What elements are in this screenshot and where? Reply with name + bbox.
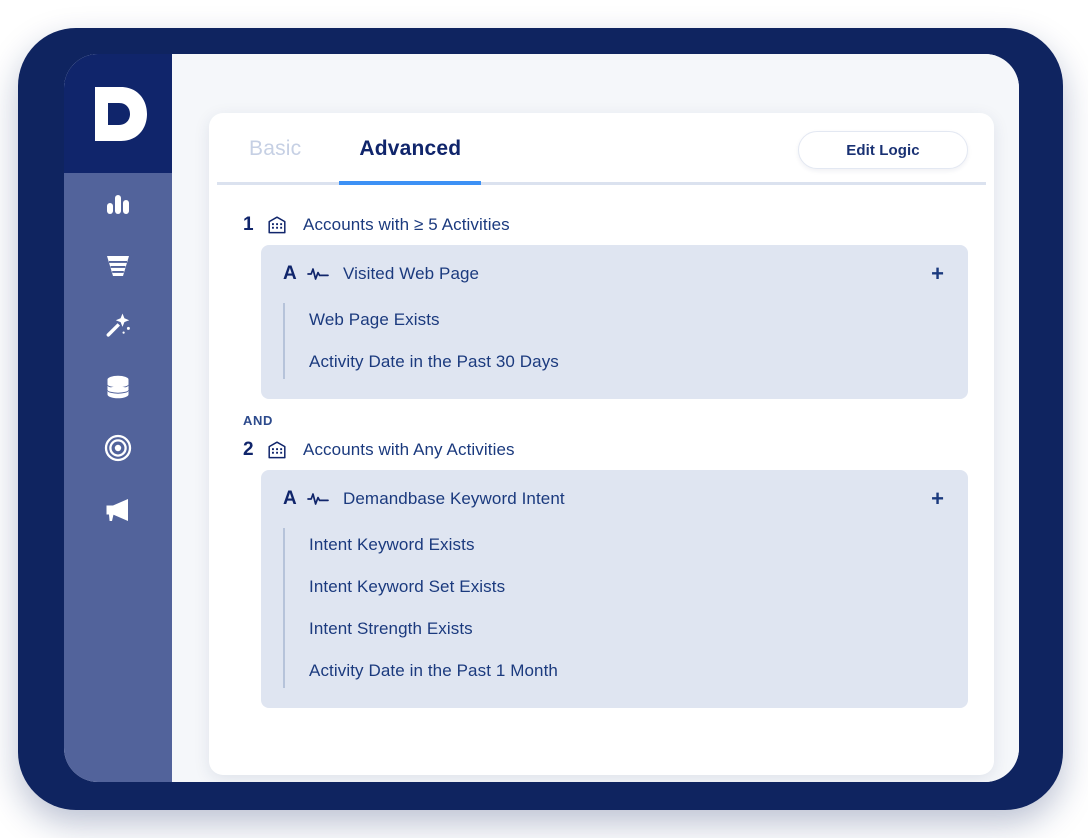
sidebar-item-audiences[interactable] [64,417,172,478]
condition-list: Intent Keyword Exists Intent Keyword Set… [261,524,968,692]
sidebar-item-campaigns[interactable] [64,478,172,539]
rule-group-index: 1 [243,214,254,235]
condition-item[interactable]: Intent Keyword Set Exists [283,566,968,608]
tab-basic[interactable]: Basic [243,113,307,185]
building-icon [267,440,287,460]
tab-divider [217,182,986,185]
funnel-icon [103,250,133,280]
condition-block: A Visited Web Page + Web Page Exists Act… [261,245,968,399]
condition-block-title: Visited Web Page [343,264,480,283]
bar-chart-icon [103,189,133,219]
sidebar-item-funnel[interactable] [64,234,172,295]
condition-rail [283,528,285,688]
rule-group-title: Accounts with Any Activities [303,440,515,459]
activity-pulse-icon [307,491,329,507]
condition-item[interactable]: Intent Strength Exists [283,608,968,650]
device-frame: Basic Advanced Edit Logic 1 Accounts wit… [18,28,1063,810]
condition-item[interactable]: Activity Date in the Past 1 Month [283,650,968,692]
tab-advanced[interactable]: Advanced [339,113,482,185]
rule-group: 1 Accounts with ≥ 5 Activities A Visited… [235,205,968,399]
rule-group-title: Accounts with ≥ 5 Activities [303,215,510,234]
app-logo[interactable] [64,54,172,173]
rules-body: 1 Accounts with ≥ 5 Activities A Visited… [209,185,994,708]
condition-block-title: Demandbase Keyword Intent [343,489,565,508]
condition-rail [283,303,285,379]
segment-builder-card: Basic Advanced Edit Logic 1 Accounts wit… [209,113,994,775]
rule-group: 2 Accounts with Any Activities A Demandb… [235,430,968,708]
condition-block-header: A Visited Web Page + [261,259,968,289]
add-condition-button[interactable]: + [929,263,946,285]
megaphone-icon [102,494,134,524]
edit-logic-button[interactable]: Edit Logic [798,131,968,169]
condition-list: Web Page Exists Activity Date in the Pas… [261,299,968,383]
condition-block-letter: A [283,488,297,509]
add-condition-button[interactable]: + [929,488,946,510]
rule-group-index: 2 [243,439,254,460]
sidebar-item-analytics[interactable] [64,173,172,234]
magic-wand-icon [103,311,133,341]
building-icon [267,215,287,235]
rule-group-header[interactable]: 2 Accounts with Any Activities [235,430,968,470]
logic-operator-and: AND [243,413,273,428]
demandbase-d-logo-icon [87,81,149,147]
condition-item[interactable]: Web Page Exists [283,299,968,341]
condition-block-header: A Demandbase Keyword Intent + [261,484,968,514]
sidebar-item-intelligence[interactable] [64,295,172,356]
condition-block: A Demandbase Keyword Intent + Intent Key… [261,470,968,708]
main-content: Basic Advanced Edit Logic 1 Accounts wit… [172,54,1019,782]
database-icon [103,372,133,402]
condition-block-letter: A [283,263,297,284]
activity-pulse-icon [307,266,329,282]
target-icon [103,433,133,463]
condition-item[interactable]: Activity Date in the Past 30 Days [283,341,968,383]
sidebar-item-data[interactable] [64,356,172,417]
condition-item[interactable]: Intent Keyword Exists [283,524,968,566]
app-screen: Basic Advanced Edit Logic 1 Accounts wit… [64,54,1019,782]
tab-bar: Basic Advanced Edit Logic [209,113,994,185]
sidebar [64,54,172,782]
rule-group-header[interactable]: 1 Accounts with ≥ 5 Activities [235,205,968,245]
